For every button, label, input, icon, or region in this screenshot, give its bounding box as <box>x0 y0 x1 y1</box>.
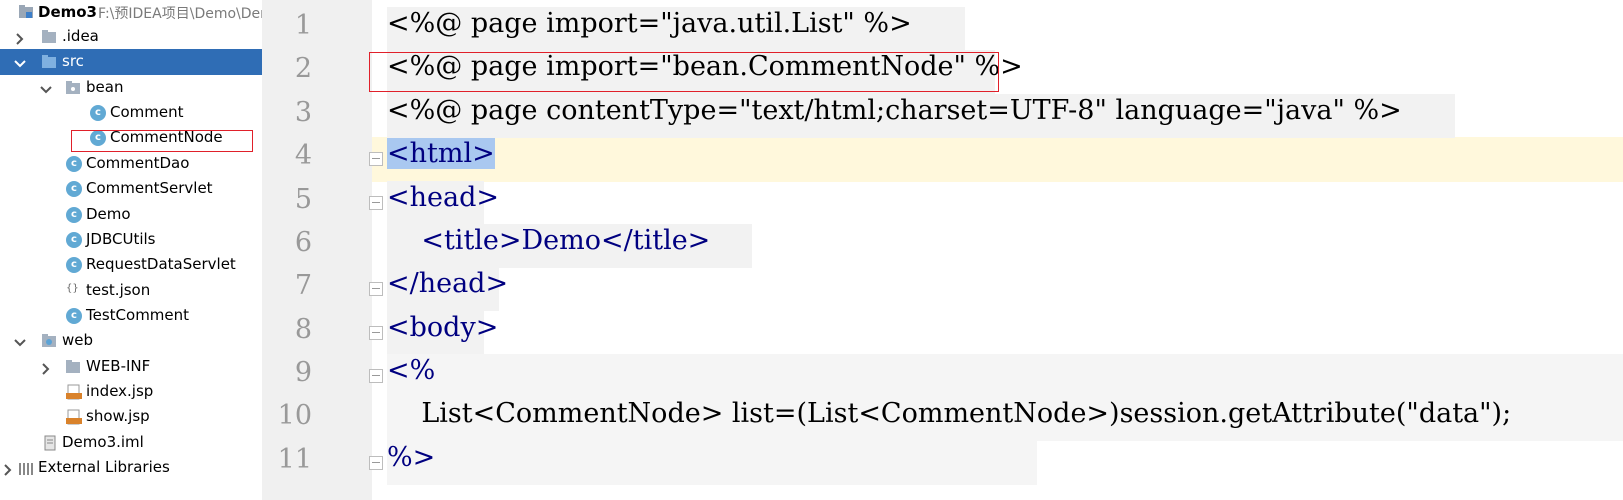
line-number: 1 <box>294 10 312 41</box>
chevron-down-icon[interactable] <box>14 56 26 68</box>
tree-item-label: test.json <box>86 281 151 299</box>
tree-item-label: TestComment <box>86 306 190 324</box>
fold-marker-icon[interactable] <box>369 196 383 210</box>
line-number: 7 <box>294 270 312 301</box>
tree-item-commentservlet[interactable]: c CommentServlet <box>0 176 262 202</box>
code-editor[interactable]: 1 2 3 4 5 6 7 8 9 10 11 <%@ page import=… <box>262 0 1623 500</box>
current-line-highlight <box>372 137 1623 182</box>
libraries-icon <box>18 460 34 476</box>
project-folder-icon <box>18 4 34 20</box>
tree-item-label: Comment <box>110 103 184 121</box>
code-line-7[interactable]: </head> <box>387 268 508 299</box>
fold-marker-icon[interactable] <box>369 152 383 166</box>
tree-item-label: CommentDao <box>86 154 190 172</box>
chevron-down-icon[interactable] <box>40 82 52 94</box>
tree-item-indexjsp[interactable]: index.jsp <box>0 379 262 405</box>
tree-root-name: Demo3 <box>38 3 97 21</box>
class-icon: c <box>66 232 82 248</box>
runnable-class-icon: c <box>66 308 82 324</box>
fold-marker-icon[interactable] <box>369 326 383 340</box>
tree-item-label: External Libraries <box>38 458 170 476</box>
tree-item-showjsp[interactable]: show.jsp <box>0 404 262 430</box>
line-number: 8 <box>294 314 312 345</box>
class-icon: c <box>90 105 106 121</box>
matched-tag: <html> <box>387 138 495 169</box>
line-bg <box>387 441 1037 485</box>
line-number: 4 <box>294 140 312 171</box>
tree-item-requestdataservlet[interactable]: c RequestDataServlet <box>0 252 262 278</box>
line-number: 6 <box>294 227 312 258</box>
runnable-class-icon: c <box>66 207 82 223</box>
code-line-6[interactable]: <title>Demo</title> <box>387 225 710 256</box>
chevron-right-icon[interactable] <box>2 462 14 476</box>
tree-item-label: index.jsp <box>86 382 154 400</box>
tree-item-jdbcutils[interactable]: c JDBCUtils <box>0 227 262 253</box>
web-folder-icon <box>41 333 57 349</box>
tree-item-webinf[interactable]: WEB-INF <box>0 354 262 380</box>
line-number: 3 <box>294 97 312 128</box>
tree-item-label: show.jsp <box>86 407 150 425</box>
project-tree: Demo3 F:\预IDEA项目\Demo\Demo3 .idea src be… <box>0 0 291 500</box>
highlight-box <box>71 130 253 152</box>
code-line-8[interactable]: <body> <box>387 312 498 343</box>
jsp-file-icon <box>66 409 82 425</box>
tree-item-label: Demo <box>86 205 131 223</box>
fold-marker-icon[interactable] <box>369 369 383 383</box>
highlight-box <box>369 52 999 92</box>
tree-item-idea[interactable]: .idea <box>0 24 262 50</box>
folder-icon <box>65 359 81 375</box>
code-line-11[interactable]: %> <box>387 442 435 473</box>
tree-item-demo[interactable]: c Demo <box>0 202 262 228</box>
source-folder-icon <box>41 54 57 70</box>
iml-file-icon <box>42 435 58 451</box>
tree-item-web[interactable]: web <box>0 328 262 354</box>
line-number: 11 <box>277 444 312 475</box>
tree-root[interactable]: Demo3 F:\预IDEA项目\Demo\Demo3 <box>0 0 291 26</box>
chevron-right-icon[interactable] <box>40 361 52 375</box>
tree-item-comment[interactable]: c Comment <box>0 100 262 126</box>
line-bg <box>387 354 1623 398</box>
line-number: 5 <box>294 184 312 215</box>
fold-marker-icon[interactable] <box>369 456 383 470</box>
line-number: 9 <box>294 357 312 388</box>
tree-item-demo3iml[interactable]: Demo3.iml <box>0 430 262 456</box>
chevron-down-icon[interactable] <box>14 335 26 347</box>
tree-item-label: RequestDataServlet <box>86 255 236 273</box>
jsp-file-icon <box>66 384 82 400</box>
tree-item-src[interactable]: src <box>0 49 262 75</box>
chevron-right-icon[interactable] <box>14 31 26 45</box>
line-number: 2 <box>294 53 312 84</box>
tree-item-label: Demo3.iml <box>62 433 144 451</box>
code-line-9[interactable]: <% <box>387 355 435 386</box>
tree-item-bean[interactable]: bean <box>0 75 262 101</box>
tree-item-testcomment[interactable]: c TestComment <box>0 303 262 329</box>
runnable-class-icon: c <box>66 156 82 172</box>
tree-item-testjson[interactable]: {} test.json <box>0 278 262 304</box>
tree-item-label: web <box>62 331 94 349</box>
code-line-3[interactable]: <%@ page contentType="text/html;charset=… <box>387 95 1402 126</box>
code-line-1[interactable]: <%@ page import="java.util.List" %> <box>387 8 912 39</box>
json-file-icon: {} <box>66 283 79 294</box>
code-line-10[interactable]: List<CommentNode> list=(List<CommentNode… <box>387 398 1511 429</box>
line-number: 10 <box>277 400 312 431</box>
class-icon: c <box>66 181 82 197</box>
tree-item-external-libraries[interactable]: External Libraries <box>0 455 262 481</box>
tree-item-label: JDBCUtils <box>86 230 156 248</box>
tree-item-label: WEB-INF <box>86 357 151 375</box>
fold-marker-icon[interactable] <box>369 282 383 296</box>
code-line-4[interactable]: <html> <box>387 138 495 169</box>
tree-item-label: src <box>62 52 84 70</box>
code-line-5[interactable]: <head> <box>387 182 499 213</box>
tree-item-label: CommentServlet <box>86 179 213 197</box>
package-icon <box>65 80 81 96</box>
tree-item-commentdao[interactable]: c CommentDao <box>0 151 262 177</box>
tree-item-label: bean <box>86 78 124 96</box>
class-icon: c <box>66 257 82 273</box>
folder-icon <box>41 29 57 45</box>
tree-item-label: .idea <box>62 27 99 45</box>
